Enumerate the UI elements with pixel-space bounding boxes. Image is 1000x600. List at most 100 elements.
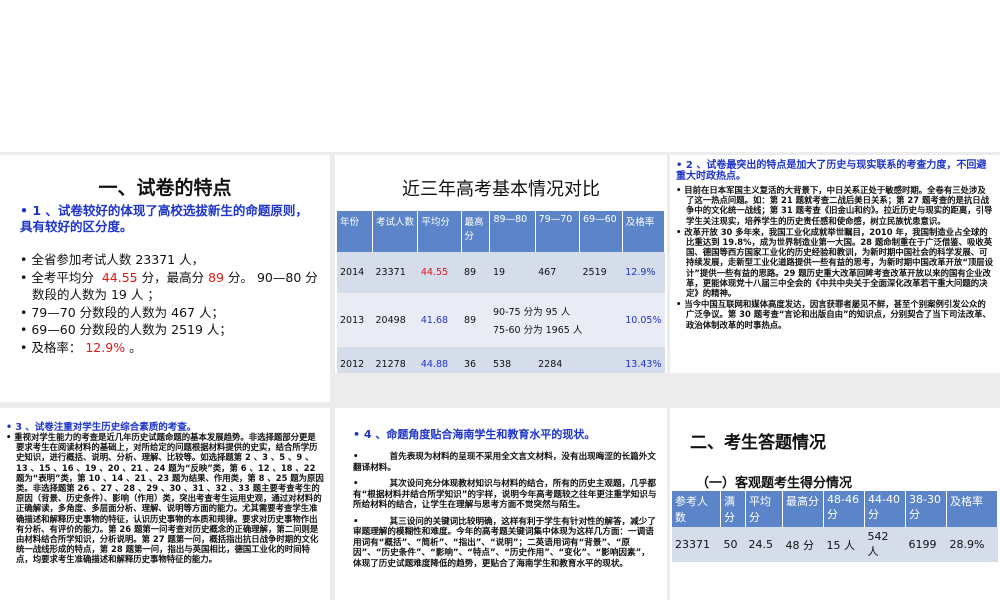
stat-max: 89 [208,269,225,285]
slide-title: 近三年高考基本情况对比 [402,179,600,200]
table-cell: 44.55 [417,252,461,293]
table-cell: 44.88 [417,347,461,373]
slide-history-reality: • 2 、试卷最突出的特点是加大了历史与现实联系的考查力度，不回避重大时政热点。… [670,155,1000,373]
table-cell: 13.43% [622,347,665,373]
table-header-cell: 最高分 [782,491,824,527]
table-cell: 19 [489,252,536,293]
stat-range: 79—70 分数段的人数为 467 人； [31,304,224,320]
table-cell: 12.9% [622,252,665,293]
paragraph: 改革开放 30 多年来，我国工业化成就举世瞩目，2010 年，我国制造业占全球的… [684,226,994,299]
table-header-cell: 参考人数 [672,491,721,527]
bullet-icon: • [20,203,33,218]
table-cell: 50 [720,527,746,562]
stat-label: 全考平均分 [31,269,94,285]
slide-subheading: • 2 、试卷最突出的特点是加大了历史与现实联系的考查力度，不回避重大时政热点。 [676,160,987,182]
comparison-table: 年份 考试人数 平均分 最高分 89—80 79—70 69—60 及格率 20… [337,211,666,373]
table-header-cell: 满分 [720,491,746,527]
paragraph: 其次设问充分体现教材知识与材料的结合，所有的历史主观题，几乎都有“根据材料并结合… [353,479,657,510]
table-cell: 48 分 [782,527,824,562]
stat-label: 分，最高分 [141,269,205,285]
subheading-text: 2 、试卷最突出的特点是加大了历史与现实联系的考查力度，不回避重大时政热点。 [676,160,987,182]
table-header-cell: 89—80 [489,211,536,252]
paragraph: 其三设问的关键词比较明确，这样有利于学生有针对性的解答，减少了审题理解的模糊性和… [353,516,656,569]
table-cell: 23371 [372,252,418,293]
list-item: • 及格率： 12.9% 。 [20,339,142,355]
table-header-cell: 38-30分 [905,491,947,527]
table-cell: 41.68 [417,293,461,347]
table-cell: 2014 [337,252,373,293]
table-header-cell: 79—70 [535,211,581,252]
table-cell [579,347,623,373]
body-list: • 首先表现为材料的呈现不采用全文言文材料，没有出现晦涩的长篇外文翻译材料。 •… [353,452,658,575]
table-cell: 15 人 [823,527,865,562]
paragraph: 首先表现为材料的呈现不采用全文言文材料，没有出现晦涩的长篇外文翻译材料。 [353,452,656,473]
stat-average: 44.55 [101,269,138,285]
list-item: • 当今中国互联网和媒体高度发达，因言获罪者屡见不鲜，甚至个别案例引发公众的广泛… [676,299,991,330]
table-cell: 20498 [372,293,418,347]
stat-label: 及格率： [31,339,82,355]
table-cell-merged: 90-75 分为 95 人 75-60 分为 1965 人 [489,293,623,347]
list-item: • 其次设问充分体现教材知识与材料的结合，所有的历史主观题，几乎都有“根据材料并… [353,479,657,510]
slide-paper-features: 一、试卷的特点 • 1 、试卷较好的体现了高校选拔新生的命题原则，具有较好的区分… [0,155,330,402]
table-header-row: 年份 考试人数 平均分 最高分 89—80 79—70 69—60 及格率 [337,211,666,252]
subheading-text: 4 、命题角度贴合海南学生和教育水平的现状。 [363,428,596,441]
table-cell: 467 [535,252,580,293]
body-list: • 重视对学生能力的考查是近几年历史试题命题的基本发展趋势。非选择题部分更是要求… [6,432,324,565]
table-header-cell: 年份 [337,211,374,252]
table-header-cell: 最高分 [461,211,491,252]
paragraph: 目前在日本军国主义复活的大背景下，中日关系正处于敏感时期。全卷有三处涉及了这一热… [684,185,993,226]
slide-hainan-fit: • 4 、命题角度贴合海南学生和教育水平的现状。 • 首先表现为材料的呈现不采用… [335,408,667,600]
table-header-row: 参考人数 满分 平均分 最高分 48-46分 44-40分 38-30分 及格率 [672,491,998,527]
list-item: • 改革开放 30 多年来，我国工业化成就举世瞩目，2010 年，我国制造业占全… [676,226,994,299]
objective-score-table: 参考人数 满分 平均分 最高分 48-46分 44-40分 38-30分 及格率… [672,491,998,562]
stat-total: 全省参加考试人数 23371 人， [31,252,205,267]
body-list: • 目前在日本军国主义复活的大背景下，中日关系正处于敏感时期。全卷有三处涉及了这… [676,185,994,331]
table-cell: 24.5 [745,527,783,562]
table-cell: 538 [489,347,536,373]
table-row: 2014 23371 44.55 89 19 467 2519 12.9% [337,252,665,293]
table-header-cell: 48-46分 [823,491,865,527]
slide-title: 二、考生答题情况 [690,433,826,453]
table-header-cell: 平均分 [745,491,783,527]
merged-line: 75-60 分为 1965 人 [492,325,583,336]
list-item: • 目前在日本军国主义复活的大背景下，中日关系正处于敏感时期。全卷有三处涉及了这… [676,185,993,226]
slide-three-year-comparison: 近三年高考基本情况对比 年份 考试人数 平均分 最高分 89—80 79—70 … [335,155,667,373]
table-cell: 2012 [337,347,373,373]
stat-pass-rate: 12.9% [85,339,126,355]
table-header-cell: 及格率 [622,211,666,252]
table-cell: 89 [461,293,490,347]
table-row: 2012 21278 44.88 36 538 2284 13.43% [337,347,665,373]
slide-subheading: • 1 、试卷较好的体现了高校选拔新生的命题原则，具有较好的区分度。 [20,203,320,235]
list-item: • 69—60 分数段的人数为 2519 人； [20,322,232,337]
table-row: 23371 50 24.5 48 分 15 人 542 人 6199 28.9% [672,527,998,562]
table-cell: 28.9% [946,527,998,562]
paragraph: 当今中国互联网和媒体高度发达，因言获罪者屡见不鲜，甚至个别案例引发公众的广泛争议… [684,299,991,330]
table-cell: 6199 [905,527,947,562]
list-item: • 重视对学生能力的考查是近几年历史试题命题的基本发展趋势。非选择题部分更是要求… [6,432,324,565]
list-item: • 全考平均分 44.55 分，最高分 89 分。 90—80 分数段的人数为 … [20,269,318,303]
table-cell: 23371 [672,527,721,562]
slide-subheading: （一）客观题考生得分情况 [696,476,853,491]
table-header-cell: 及格率 [946,491,998,527]
list-item: • 79—70 分数段的人数为 467 人； [20,304,224,320]
slide-subheading: • 4 、命题角度贴合海南学生和教育水平的现状。 [353,428,596,441]
blank-header-area [0,0,1000,152]
stats-list: • 全省参加考试人数 23371 人， • 全考平均分 44.55 分，最高分 … [20,251,325,356]
table-cell: 21278 [372,347,418,373]
table-cell: 2519 [579,252,623,293]
table-header-cell: 44-40分 [864,491,906,527]
table-header-cell: 考试人数 [372,211,419,252]
list-item: • 其三设问的关键词比较明确，这样有利于学生有针对性的解答，减少了审题理解的模糊… [353,516,656,569]
table-cell: 2284 [535,347,580,373]
paragraph: 重视对学生能力的考查是近几年历史试题命题的基本发展趋势。非选择题部分更是要求考生… [14,432,324,565]
table-row: 2013 20498 41.68 89 90-75 分为 95 人 75-60 … [337,293,665,347]
table-cell: 10.05% [622,293,665,347]
merged-line: 90-75 分为 95 人 [492,307,571,318]
table-cell: 36 [461,347,490,373]
stat-range: 69—60 分数段的人数为 2519 人； [31,322,232,337]
list-item: • 首先表现为材料的呈现不采用全文言文材料，没有出现晦涩的长篇外文翻译材料。 [353,452,656,473]
table-header-cell: 69—60 [579,211,623,252]
table-header-cell: 平均分 [417,211,462,252]
slide-subheading: • 3 、试卷注重对学生历史综合素质的考查。 [6,422,197,433]
list-item: • 全省参加考试人数 23371 人， [20,252,205,267]
